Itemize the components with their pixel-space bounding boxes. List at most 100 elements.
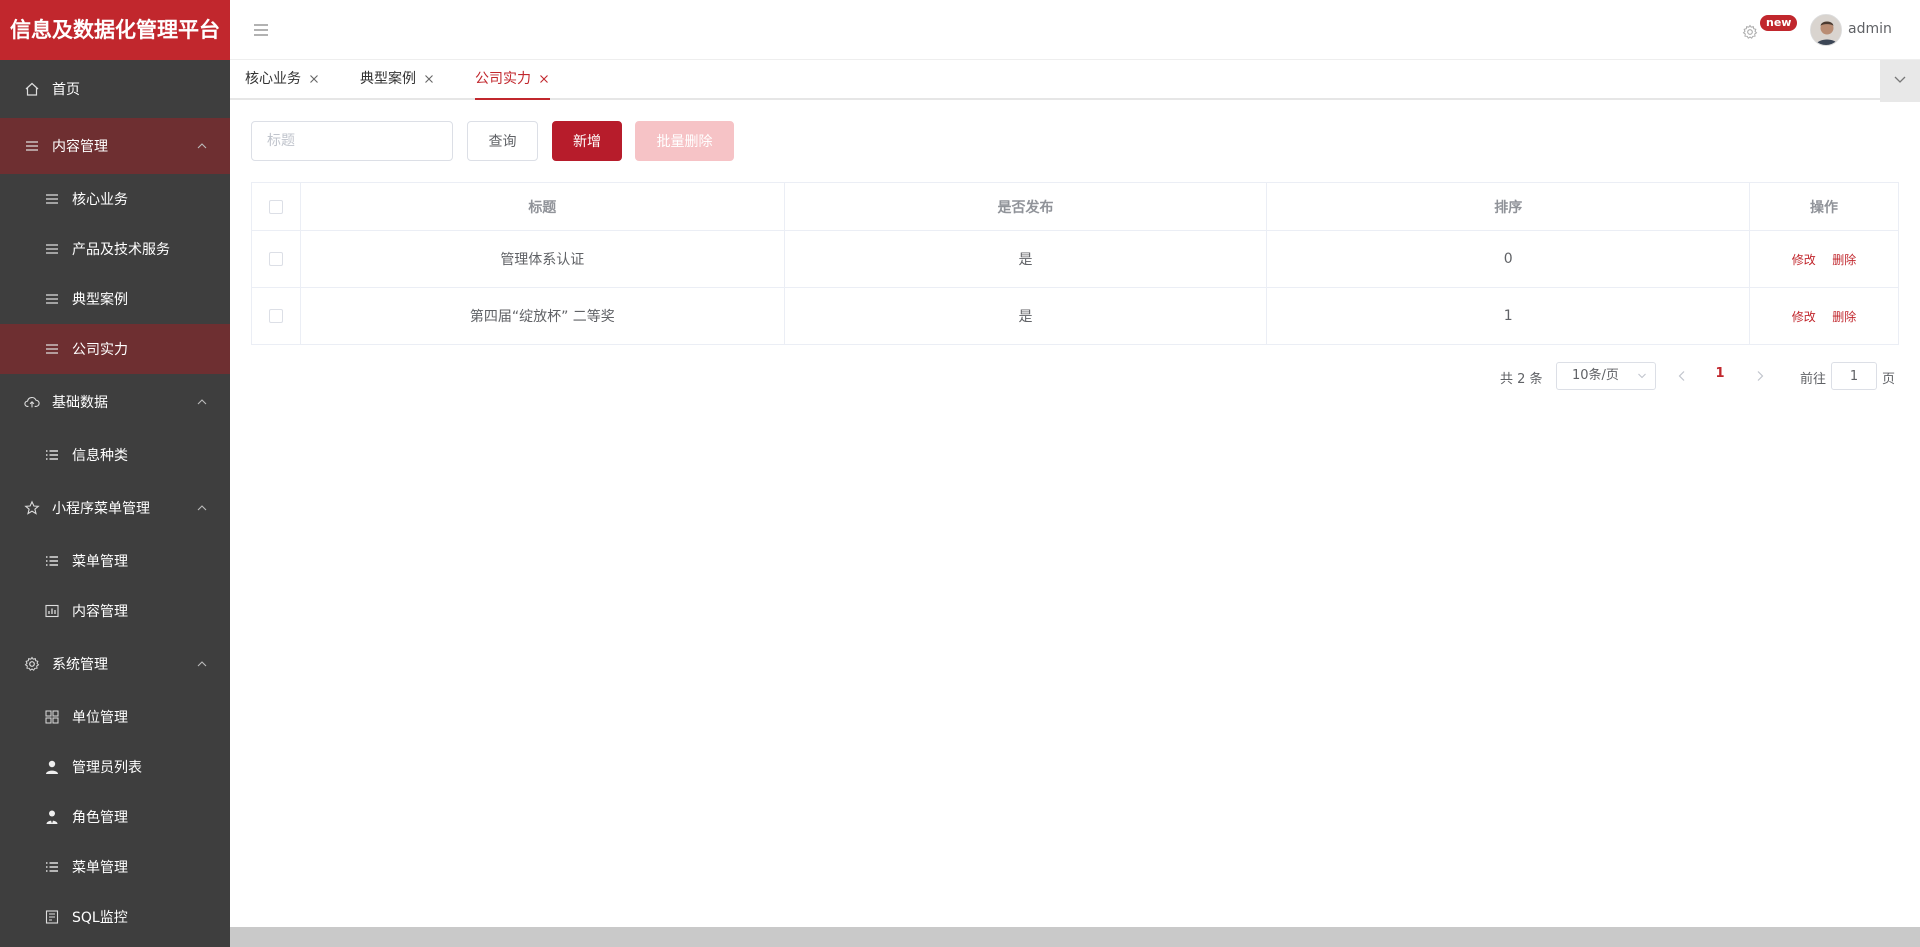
tab-bar: 核心业务 典型案例 公司实力 <box>230 60 1920 100</box>
monitor-document-icon <box>44 909 60 925</box>
sidebar-item-role-management[interactable]: 角色管理 <box>0 792 230 842</box>
sidebar-item-menu-management-system[interactable]: 菜单管理 <box>0 842 230 892</box>
sidebar-item-cases[interactable]: 典型案例 <box>0 274 230 324</box>
cell-actions: 修改 删除 <box>1749 230 1899 288</box>
top-header: new admin <box>230 0 1920 60</box>
chevron-up-icon <box>196 502 208 514</box>
delete-link[interactable]: 删除 <box>1832 310 1856 324</box>
chevron-up-icon <box>196 658 208 670</box>
sidebar-item-label: 小程序菜单管理 <box>52 501 150 517</box>
sidebar-item-label: 系统管理 <box>52 657 108 673</box>
sidebar-item-menu-management[interactable]: 菜单管理 <box>0 536 230 586</box>
select-all-cell <box>251 182 301 231</box>
star-icon <box>24 500 40 516</box>
list-icon <box>44 553 60 569</box>
sidebar-item-admin-list[interactable]: 管理员列表 <box>0 742 230 792</box>
chevron-down-icon <box>1893 72 1907 90</box>
sidebar-item-sql-monitor[interactable]: SQL监控 <box>0 892 230 942</box>
cell-title: 第四届“绽放杯” 二等奖 <box>299 287 785 345</box>
sidebar-item-label: 信息种类 <box>72 448 128 464</box>
sidebar-item-products-tech[interactable]: 产品及技术服务 <box>0 224 230 274</box>
sidebar-group-system[interactable]: 系统管理 <box>0 636 230 692</box>
sidebar-item-label: 单位管理 <box>72 710 128 726</box>
chevron-up-icon <box>196 140 208 152</box>
goto-page-input[interactable] <box>1831 362 1877 390</box>
chevron-right-icon[interactable] <box>1752 366 1768 386</box>
sidebar-item-core-business[interactable]: 核心业务 <box>0 174 230 224</box>
sidebar-item-company-strength[interactable]: 公司实力 <box>0 324 230 374</box>
page-unit-label: 页 <box>1882 372 1896 387</box>
hamburger-icon[interactable] <box>252 21 270 39</box>
sidebar-item-info-types[interactable]: 信息种类 <box>0 430 230 480</box>
column-header: 排序 <box>1266 182 1751 231</box>
current-page[interactable]: 1 <box>1710 366 1730 381</box>
sidebar-item-label: 内容管理 <box>72 604 128 620</box>
sidebar-item-label: 菜单管理 <box>72 554 128 570</box>
user-tie-icon <box>44 809 60 825</box>
row-checkbox[interactable] <box>268 252 283 266</box>
sidebar-group-miniprogram-menu[interactable]: 小程序菜单管理 <box>0 480 230 536</box>
data-table: 标题 是否发布 排序 操作 管理体系认证 是 0 修改 删除 第四届“绽放杯” … <box>251 182 1899 345</box>
select-all-checkbox[interactable] <box>268 199 283 214</box>
chevron-left-icon[interactable] <box>1674 366 1690 386</box>
tab-company-strength[interactable]: 公司实力 <box>475 60 550 100</box>
table-row: 第四届“绽放杯” 二等奖 是 1 修改 删除 <box>251 287 1899 345</box>
bottom-scrollbar[interactable] <box>230 927 1920 947</box>
column-header: 操作 <box>1749 182 1899 231</box>
chevron-up-icon <box>196 396 208 408</box>
goto-label: 前往 <box>1800 372 1827 387</box>
tab-core-business[interactable]: 核心业务 <box>245 60 320 98</box>
home-icon <box>24 81 40 97</box>
close-icon[interactable] <box>423 73 435 85</box>
sidebar-item-label: SQL监控 <box>72 910 128 926</box>
close-icon[interactable] <box>538 73 550 85</box>
row-select-cell <box>251 230 301 288</box>
new-badge: new <box>1760 15 1798 31</box>
sidebar-item-label: 公司实力 <box>72 342 128 358</box>
main-content: 查询 新增 批量删除 标题 是否发布 排序 操作 管理体系认证 是 <box>230 102 1920 927</box>
menu-lines-icon <box>44 191 60 207</box>
menu-lines-icon <box>44 291 60 307</box>
cell-order: 1 <box>1266 287 1751 345</box>
row-select-cell <box>251 287 301 345</box>
query-button[interactable]: 查询 <box>467 121 538 161</box>
avatar[interactable] <box>1810 14 1842 46</box>
sidebar-item-unit-management[interactable]: 单位管理 <box>0 692 230 742</box>
title-search-input[interactable] <box>251 121 453 161</box>
sidebar-item-label: 管理员列表 <box>72 760 142 776</box>
cell-published: 是 <box>783 287 1268 345</box>
chart-box-icon <box>44 603 60 619</box>
menu-lines-icon <box>44 341 60 357</box>
sidebar-item-home[interactable]: 首页 <box>0 60 230 118</box>
sidebar-group-basic-data[interactable]: 基础数据 <box>0 374 230 430</box>
tab-dropdown-button[interactable] <box>1880 60 1920 102</box>
row-checkbox[interactable] <box>268 309 283 323</box>
page-size-select[interactable]: 10条/页 <box>1556 362 1656 390</box>
sidebar-item-label: 角色管理 <box>72 810 128 826</box>
sidebar-item-label: 产品及技术服务 <box>72 242 170 258</box>
app-title: 信息及数据化管理平台 <box>0 0 230 60</box>
edit-link[interactable]: 修改 <box>1792 310 1816 324</box>
cell-order: 0 <box>1266 230 1751 288</box>
sidebar: 信息及数据化管理平台 首页 内容管理 核心业务 产品及技术服务 典型案例 公司实… <box>0 0 230 947</box>
sidebar-item-content-management[interactable]: 内容管理 <box>0 586 230 636</box>
sidebar-item-label: 内容管理 <box>52 139 108 155</box>
sidebar-item-label: 典型案例 <box>72 292 128 308</box>
pagination: 共 2 条 10条/页 1 前往 页 <box>230 362 1920 390</box>
batch-delete-button[interactable]: 批量删除 <box>635 121 734 161</box>
username[interactable]: admin <box>1848 21 1892 37</box>
tab-label: 核心业务 <box>245 71 301 87</box>
tab-label: 典型案例 <box>360 71 416 87</box>
menu-lines-icon <box>44 241 60 257</box>
edit-link[interactable]: 修改 <box>1792 253 1816 267</box>
tab-cases[interactable]: 典型案例 <box>360 60 435 98</box>
cell-actions: 修改 删除 <box>1749 287 1899 345</box>
cell-title: 管理体系认证 <box>299 230 785 288</box>
add-button[interactable]: 新增 <box>552 121 622 161</box>
sidebar-item-label: 首页 <box>52 82 80 98</box>
delete-link[interactable]: 删除 <box>1832 253 1856 267</box>
gear-icon[interactable] <box>1742 24 1758 40</box>
close-icon[interactable] <box>308 73 320 85</box>
sidebar-group-content[interactable]: 内容管理 <box>0 118 230 174</box>
sidebar-item-label: 基础数据 <box>52 395 108 411</box>
